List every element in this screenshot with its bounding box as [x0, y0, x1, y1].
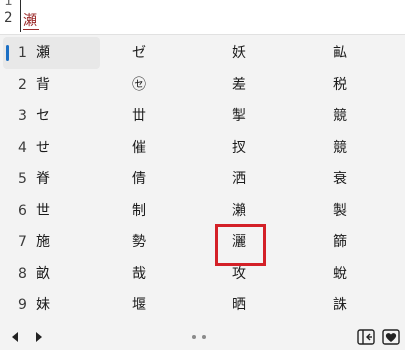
candidate-item[interactable]: 衰 — [333, 163, 347, 195]
candidate-item[interactable]: 晒 — [232, 289, 246, 321]
triangle-right-icon — [36, 332, 42, 342]
candidate-row: 3セ丗掣競 — [0, 100, 405, 132]
candidate-item[interactable]: 2背 — [3, 69, 100, 101]
prev-page-button[interactable] — [7, 327, 23, 347]
selection-indicator — [6, 45, 9, 61]
candidate-number: 4 — [18, 139, 27, 156]
candidate-row: 4せ催扠競 — [0, 132, 405, 164]
candidate-number: 3 — [18, 108, 27, 124]
candidate-item[interactable]: 洒 — [232, 163, 246, 195]
candidate-item[interactable]: 競 — [333, 100, 347, 132]
candidate-item[interactable]: 掣 — [232, 100, 246, 132]
candidate-item[interactable]: 1瀬 — [3, 37, 100, 69]
candidate-char: 畝 — [36, 265, 50, 282]
candidate-item[interactable]: 4せ — [3, 132, 100, 164]
page-indicator — [192, 335, 206, 339]
candidate-item[interactable]: ㋝ — [132, 69, 146, 101]
panel-collapse-button[interactable] — [356, 327, 376, 347]
candidate-number: 6 — [18, 202, 27, 219]
candidate-item[interactable]: 堰 — [132, 289, 146, 321]
text-caret — [20, 0, 21, 32]
candidate-item[interactable]: 妖 — [232, 37, 246, 69]
candidate-char: 背 — [36, 76, 50, 93]
candidate-item[interactable]: ゼ — [132, 37, 146, 69]
next-page-button[interactable] — [31, 327, 47, 347]
text-editor[interactable]: 1 2 瀬 — [0, 0, 405, 34]
candidate-char: せ — [36, 139, 50, 156]
candidate-item[interactable]: 篩 — [333, 226, 347, 258]
candidate-item[interactable]: 競 — [333, 132, 347, 164]
candidate-item[interactable]: 6世 — [3, 195, 100, 227]
candidate-number: 2 — [18, 76, 27, 93]
candidate-item[interactable]: 誅 — [333, 289, 347, 321]
candidate-row: 1瀬ゼ妖畆 — [0, 37, 405, 69]
candidate-row: 9妹堰晒誅 — [0, 289, 405, 321]
heart-box-icon — [382, 329, 400, 345]
candidate-item[interactable]: 税 — [333, 69, 347, 101]
candidate-row: 7施勢灑篩 — [0, 226, 405, 258]
triangle-left-icon — [12, 332, 18, 342]
candidate-item[interactable]: 製 — [333, 195, 347, 227]
candidate-row: 6世制瀨製 — [0, 195, 405, 227]
candidate-item[interactable]: 勢 — [132, 226, 146, 258]
candidate-row: 2 背㋝差税 — [0, 69, 405, 101]
candidate-item[interactable]: 倩 — [132, 163, 146, 195]
candidate-item[interactable]: 蛻 — [333, 258, 347, 290]
favorites-button[interactable] — [381, 327, 401, 347]
page-dot — [202, 335, 206, 339]
candidate-number: 1 — [18, 45, 27, 61]
candidate-row: 8畝哉攻蛻 — [0, 258, 405, 290]
candidate-item[interactable]: 扠 — [232, 132, 246, 164]
panel-collapse-icon — [357, 329, 375, 345]
candidate-char: 世 — [36, 202, 50, 219]
composing-text: 瀬 — [23, 13, 37, 29]
ime-candidate-panel: 1 瀬ゼ妖畆 2 背㋝差税 3 セ丗掣競 4 せ催扠競 5 脊倩洒衰 6 世制瀨製 7 施勢灑篩 8 畝哉攻蛻… — [0, 34, 405, 350]
candidate-number: 9 — [18, 297, 27, 313]
page-dot — [192, 335, 196, 339]
candidate-item[interactable]: 9妹 — [3, 289, 100, 321]
candidate-char: 脊 — [36, 171, 50, 187]
line-number-2: 2 — [4, 10, 13, 26]
candidate-item[interactable]: 制 — [132, 195, 146, 227]
candidate-number: 7 — [18, 234, 27, 250]
candidate-item[interactable]: 5脊 — [3, 163, 100, 195]
candidate-char: 妹 — [36, 297, 50, 313]
candidate-char: 施 — [36, 234, 50, 250]
composition-underline — [23, 29, 39, 30]
candidate-item[interactable]: 3セ — [3, 100, 100, 132]
line-number-1: 1 — [4, 0, 13, 9]
candidate-item[interactable]: 催 — [132, 132, 146, 164]
candidate-number: 5 — [18, 171, 27, 187]
candidate-item[interactable]: 丗 — [132, 100, 146, 132]
candidate-item[interactable]: 瀨 — [232, 195, 246, 227]
candidate-char: 瀬 — [36, 45, 50, 61]
candidate-row: 5脊倩洒衰 — [0, 163, 405, 195]
candidate-char: セ — [36, 108, 50, 124]
candidate-toolbar — [0, 323, 405, 351]
candidate-item[interactable]: 7施 — [3, 226, 100, 258]
candidate-item[interactable]: 差 — [232, 69, 246, 101]
candidate-number: 8 — [18, 265, 27, 282]
candidate-item[interactable]: 8畝 — [3, 258, 100, 290]
annotation-highlight-box — [215, 224, 266, 266]
candidate-item[interactable]: 畆 — [333, 37, 347, 69]
candidate-item[interactable]: 哉 — [132, 258, 146, 290]
